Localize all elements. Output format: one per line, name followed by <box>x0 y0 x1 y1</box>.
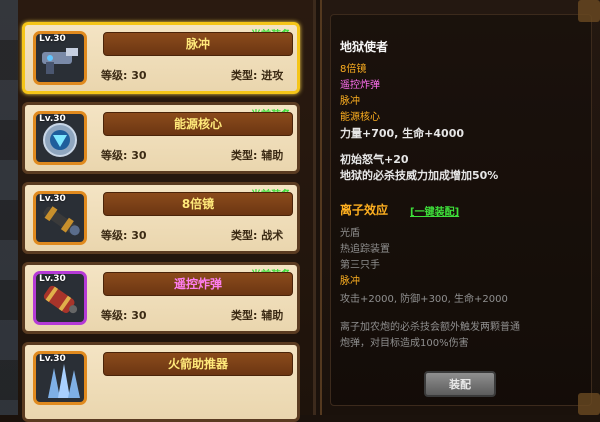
set-skill-boost: 地狱的必杀技威力加成增加50% <box>340 169 499 182</box>
ion-part: 脉冲 <box>340 276 360 287</box>
equipment-level: 等级: 30 <box>101 229 147 242</box>
equipment-name: 8倍镜 <box>103 192 293 216</box>
level-badge: Lv.30 <box>39 34 66 44</box>
level-badge: Lv.30 <box>39 354 66 364</box>
equipment-list-panel: 当前装备 Lv.30 脉冲 等级: 30 类型: 进攻 当前装备 Lv.30 能… <box>0 0 316 422</box>
ion-desc: 炮弹，对目标造成100%伤害 <box>340 338 469 349</box>
ion-part: 光盾 <box>340 228 360 239</box>
equipment-type: 类型: 辅助 <box>231 149 284 162</box>
ion-effect-title: 离子效应 <box>340 203 389 217</box>
equipment-name: 能源核心 <box>103 112 293 136</box>
equipment-type: 类型: 进攻 <box>231 69 284 82</box>
remote-bomb-icon: Lv.30 <box>33 271 87 325</box>
set-part: 脉冲 <box>340 96 360 107</box>
equipment-type: 类型: 战术 <box>231 229 284 242</box>
detail-panel: 地狱使者 8倍镜 遥控炸弹 脉冲 能源核心 力量+700, 生命+4000 初始… <box>320 0 600 415</box>
rocket-booster-icon: Lv.30 <box>33 351 87 405</box>
ion-desc: 离子加农炮的必杀技会额外触发两颗普通 <box>340 322 520 333</box>
ion-part: 第三只手 <box>340 260 380 271</box>
frame-corner <box>578 0 600 22</box>
set-part: 能源核心 <box>340 112 380 123</box>
set-part: 8倍镜 <box>340 64 367 75</box>
level-badge: Lv.30 <box>39 114 66 124</box>
equipment-card-remote-bomb[interactable]: 当前装备 Lv.30 遥控炸弹 等级: 30 类型: 辅助 <box>22 262 300 334</box>
ion-part: 热追踪装置 <box>340 244 390 255</box>
equipment-level: 等级: 30 <box>101 309 147 322</box>
equipment-name: 遥控炸弹 <box>103 272 293 296</box>
equipment-card-pulse[interactable]: 当前装备 Lv.30 脉冲 等级: 30 类型: 进攻 <box>22 22 300 94</box>
set-part: 遥控炸弹 <box>340 80 380 91</box>
one-key-equip-link[interactable]: [一键装配] <box>410 203 459 218</box>
set-rage: 初始怒气+20 <box>340 153 409 166</box>
equipment-name: 脉冲 <box>103 32 293 56</box>
equipment-level: 等级: 30 <box>101 69 147 82</box>
level-badge: Lv.30 <box>39 274 66 284</box>
set-title: 地狱使者 <box>340 40 389 54</box>
set-stats: 力量+700, 生命+4000 <box>340 127 465 140</box>
equipment-level: 等级: 30 <box>101 149 147 162</box>
side-decoration <box>0 0 18 415</box>
pulse-gun-icon: Lv.30 <box>33 31 87 85</box>
level-badge: Lv.30 <box>39 194 66 204</box>
equipment-name: 火箭助推器 <box>103 352 293 376</box>
equip-button[interactable]: 装配 <box>424 371 496 397</box>
ion-stats: 攻击+2000, 防御+300, 生命+2000 <box>340 294 508 305</box>
equipment-type: 类型: 辅助 <box>231 309 284 322</box>
energy-core-icon: Lv.30 <box>33 111 87 165</box>
equipment-card-scope[interactable]: 当前装备 Lv.30 8倍镜 等级: 30 类型: 战术 <box>22 182 300 254</box>
equipment-card-rocket-booster[interactable]: Lv.30 火箭助推器 <box>22 342 300 422</box>
frame-corner <box>578 393 600 415</box>
scope-icon: Lv.30 <box>33 191 87 245</box>
equipment-card-energy-core[interactable]: 当前装备 Lv.30 能源核心 等级: 30 类型: 辅助 <box>22 102 300 174</box>
